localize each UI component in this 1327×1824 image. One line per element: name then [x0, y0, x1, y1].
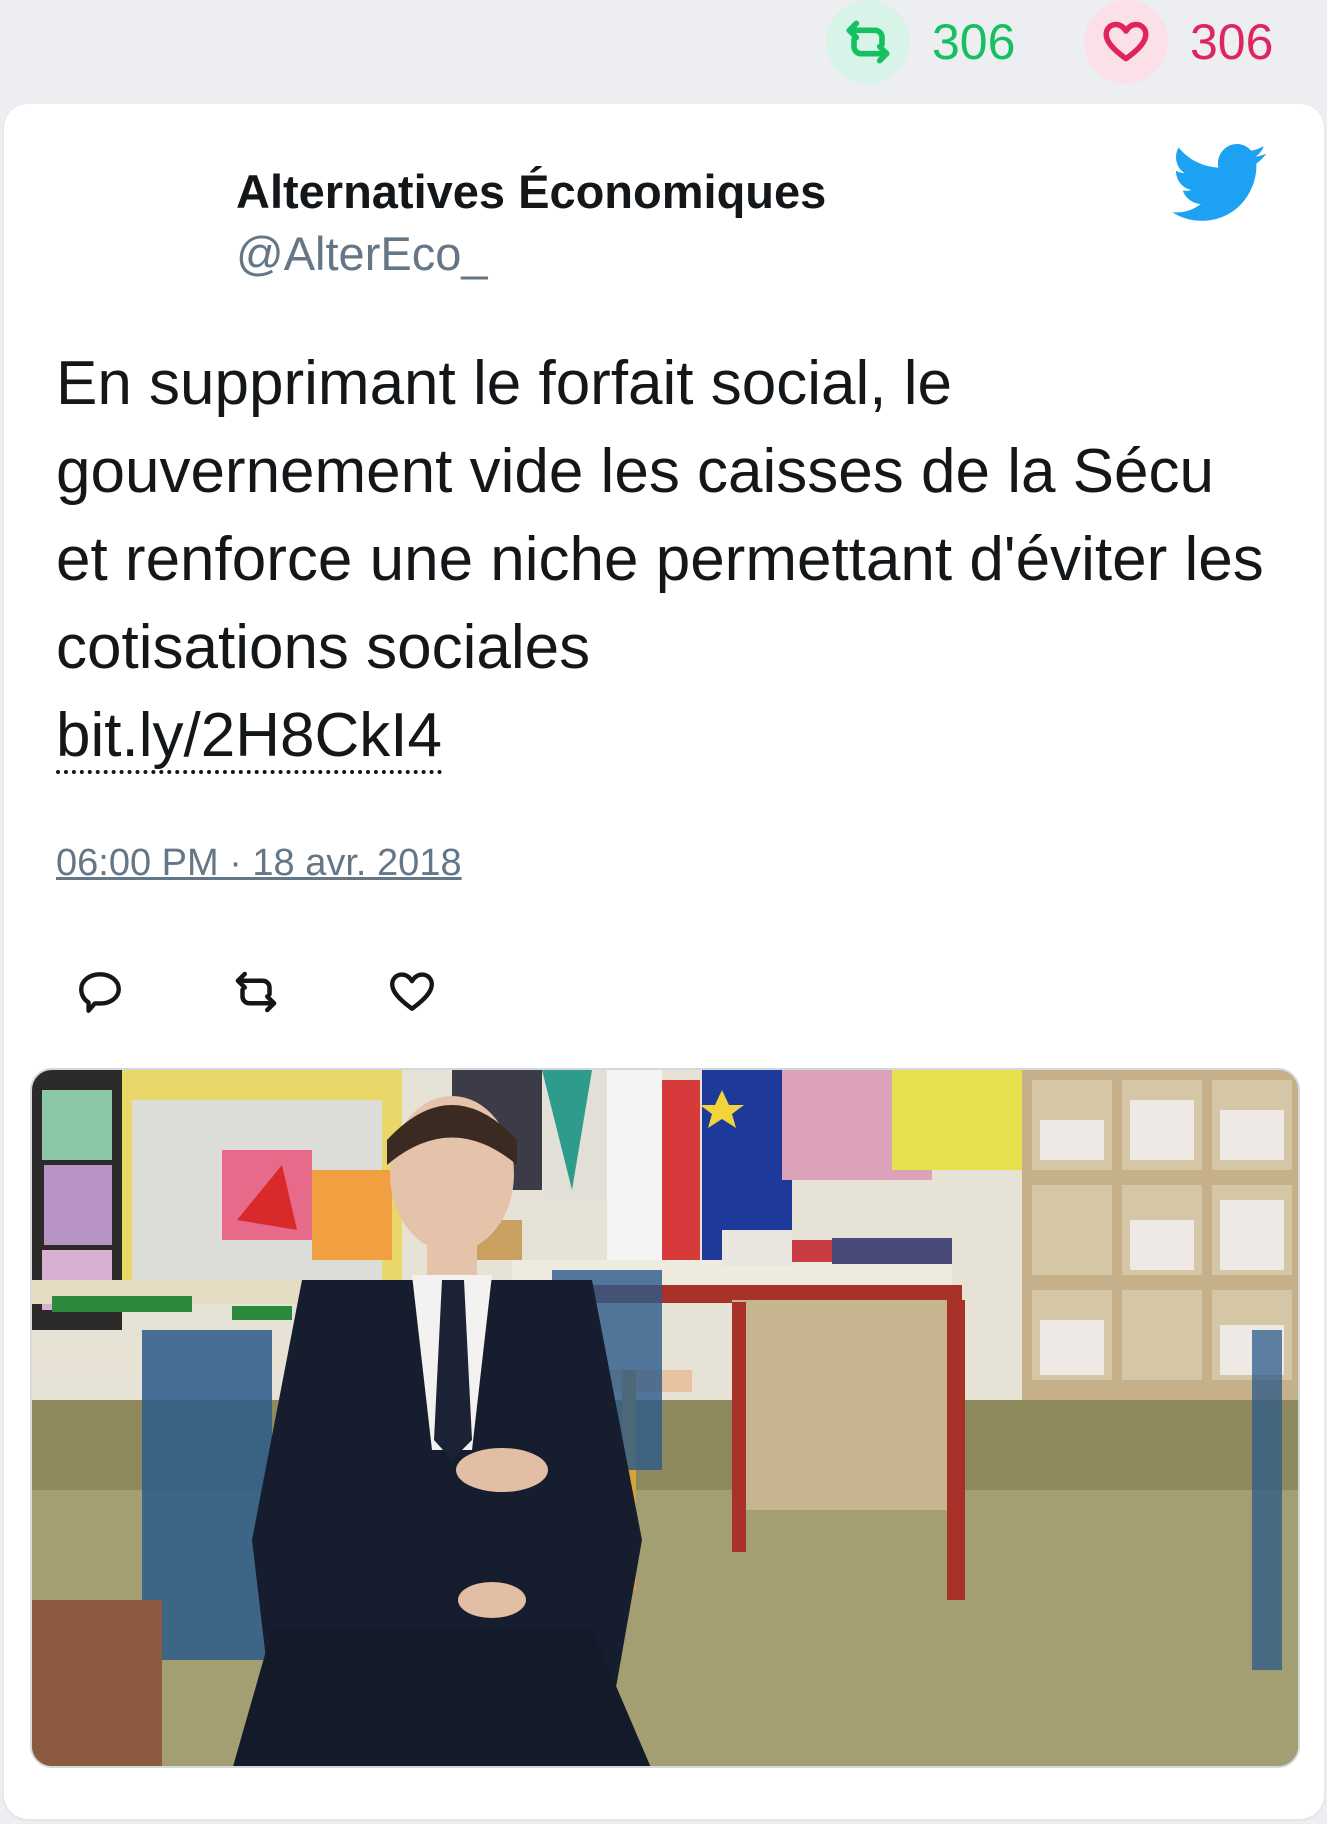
heart-icon	[1084, 0, 1168, 84]
tweet-actions	[72, 962, 440, 1022]
like-count: 306	[1190, 14, 1274, 70]
retweet-count: 306	[932, 14, 1016, 70]
author-name[interactable]: Alternatives Économiques	[236, 164, 826, 219]
tweet-link[interactable]: bit.ly/2H8CkI4	[56, 701, 442, 774]
avatar[interactable]	[60, 160, 180, 280]
retweet-stat[interactable]: 306	[826, 0, 1015, 84]
tweet-body: En supprimant le forfait social, le gouv…	[56, 349, 1264, 682]
author-handle[interactable]: @AlterEco_	[236, 226, 487, 281]
retweet-action-icon[interactable]	[228, 964, 284, 1020]
engagement-bar: 306 306	[0, 0, 1327, 100]
tweet-text: En supprimant le forfait social, le gouv…	[56, 340, 1276, 780]
twitter-bird-icon[interactable]	[1172, 144, 1268, 224]
tweet-card: Alternatives Économiques @AlterEco_ En s…	[4, 104, 1324, 1819]
reply-icon[interactable]	[72, 964, 128, 1020]
tweet-timestamp[interactable]: 06:00 PM · 18 avr. 2018	[56, 842, 462, 885]
like-action-icon[interactable]	[384, 964, 440, 1020]
like-stat[interactable]: 306	[1084, 0, 1273, 84]
tweet-photo[interactable]	[30, 1068, 1300, 1768]
retweet-icon	[826, 0, 910, 84]
